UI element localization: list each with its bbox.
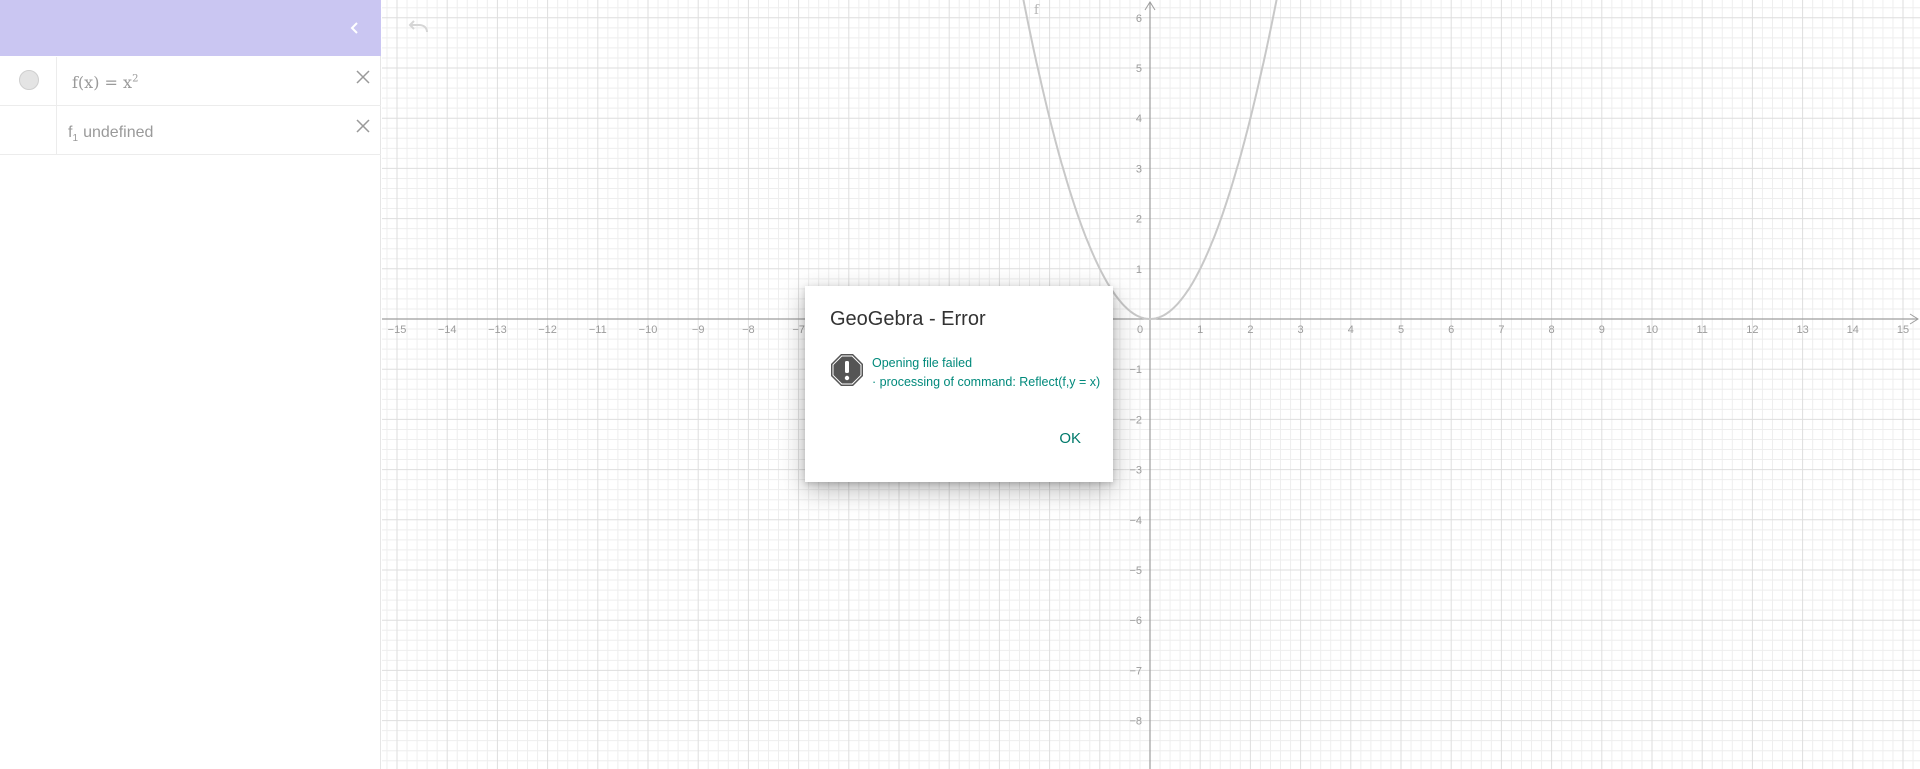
axes (382, 1, 1919, 769)
message-line-2: · processing of command: Reflect(f,y = x… (872, 375, 1101, 389)
y-tick-label: −2 (1129, 414, 1142, 426)
undo-icon (408, 20, 428, 33)
y-tick-label: −3 (1129, 465, 1142, 477)
visibility-cell (0, 106, 57, 154)
error-dialog: GeoGebra - Error Opening file failed · p… (805, 286, 1113, 482)
x-tick-label: −14 (438, 324, 457, 336)
x-tick-label: −15 (388, 324, 407, 336)
algebra-row-f[interactable]: f(x) = x2 (0, 57, 381, 106)
y-tick-label: 3 (1136, 163, 1142, 175)
collapse-panel-button[interactable] (343, 16, 367, 40)
function-f-definition[interactable]: f(x) = x2 (72, 73, 138, 92)
delete-icon[interactable] (353, 116, 373, 136)
y-tick-label: −1 (1129, 364, 1142, 376)
x-tick-label: 10 (1646, 324, 1658, 336)
x-tick-label: 1 (1197, 324, 1203, 336)
base: x (123, 73, 133, 92)
y-tick-label: 4 (1136, 113, 1142, 125)
geogebra-app: −15−14−13−12−11−10−9−8−7−6−5−4−3−2−10123… (0, 0, 1920, 769)
algebra-panel: f(x) = x2 f1 undefined (0, 0, 381, 769)
x-axis-labels: −15−14−13−12−11−10−9−8−7−6−5−4−3−2−10123… (388, 324, 1909, 336)
undo-button[interactable] (405, 18, 431, 38)
chevron-left-icon (350, 22, 358, 34)
status-text: undefined (83, 124, 154, 141)
delete-icon[interactable] (353, 67, 373, 87)
x-tick-label: 3 (1298, 324, 1304, 336)
x-tick-label: −10 (639, 324, 658, 336)
x-tick-label: 8 (1549, 324, 1555, 336)
dialog-title: GeoGebra - Error (830, 308, 986, 330)
y-tick-label: −7 (1129, 665, 1142, 677)
function-name: f(x) (72, 73, 100, 92)
x-tick-label: 13 (1796, 324, 1808, 336)
x-tick-label: 14 (1847, 324, 1859, 336)
x-tick-label: 0 (1137, 324, 1143, 336)
y-tick-label: −8 (1129, 716, 1142, 728)
equals-sign: = (104, 73, 118, 92)
function-f1-definition[interactable]: f1 undefined (68, 122, 153, 144)
x-tick-label: −11 (589, 324, 607, 336)
x-tick-label: 2 (1247, 324, 1253, 336)
y-axis-labels: 6 5 4 3 2 1 −1 −2 −3 −4 −5 −6 −7 −8 (1129, 13, 1142, 728)
x-tick-label: −8 (742, 324, 755, 336)
x-tick-label: 5 (1398, 324, 1404, 336)
x-tick-label: −9 (692, 324, 705, 336)
x-tick-label: 4 (1348, 324, 1354, 336)
ok-button[interactable]: OK (1057, 428, 1083, 449)
x-tick-label: 7 (1498, 324, 1504, 336)
x-tick-label: −13 (488, 324, 507, 336)
message-line-1: Opening file failed (872, 356, 973, 370)
y-tick-label: −4 (1129, 515, 1142, 527)
y-tick-label: 1 (1136, 264, 1142, 276)
algebra-row-f1[interactable]: f1 undefined (0, 106, 381, 155)
coordinate-plane[interactable]: −15−14−13−12−11−10−9−8−7−6−5−4−3−2−10123… (382, 0, 1920, 769)
x-tick-label: 15 (1897, 324, 1909, 336)
x-tick-label: 6 (1448, 324, 1454, 336)
exponent: 2 (132, 73, 139, 85)
y-tick-label: −6 (1129, 615, 1142, 627)
dialog-message: Opening file failed · processing of comm… (872, 354, 1100, 392)
graphics-view[interactable]: −15−14−13−12−11−10−9−8−7−6−5−4−3−2−10123… (382, 0, 1920, 769)
subscript: 1 (72, 133, 79, 145)
x-tick-label: 9 (1599, 324, 1605, 336)
visibility-toggle[interactable] (19, 70, 39, 90)
x-tick-label: −7 (792, 324, 805, 336)
y-tick-label: 2 (1136, 214, 1142, 226)
y-tick-label: 5 (1136, 63, 1142, 75)
exclamation-icon (831, 354, 863, 386)
major-grid (382, 0, 1920, 769)
y-tick-label: −5 (1129, 565, 1142, 577)
algebra-panel-header (0, 0, 381, 56)
y-tick-label: 6 (1136, 13, 1142, 25)
visibility-cell (0, 57, 57, 105)
x-tick-label: −12 (538, 324, 557, 336)
minor-grid (382, 0, 1920, 769)
x-tick-label: 12 (1746, 324, 1758, 336)
x-tick-label: 11 (1696, 324, 1707, 336)
